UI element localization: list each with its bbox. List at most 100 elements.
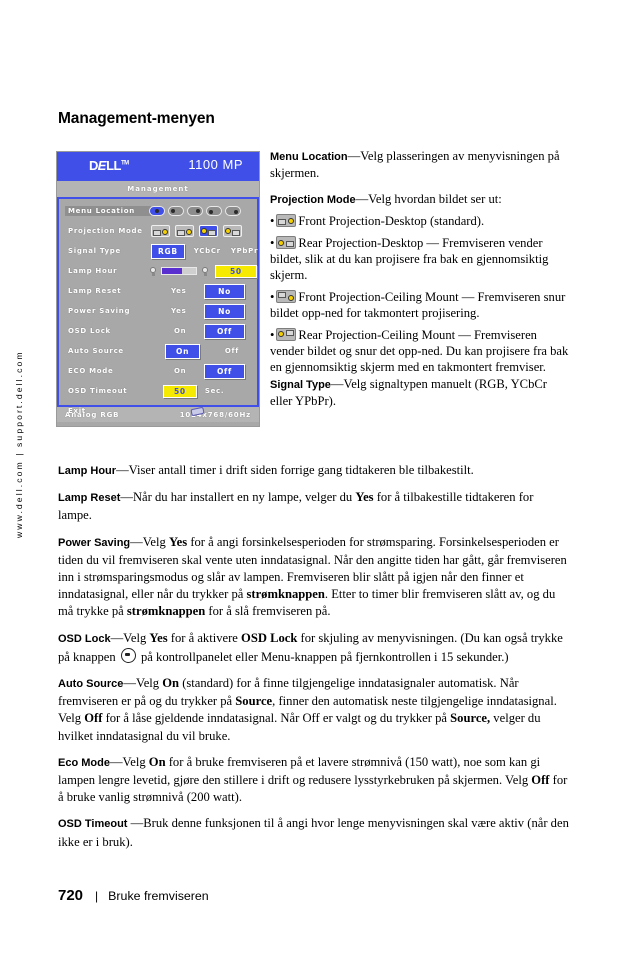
front-projection-ceiling-inline-icon: [276, 289, 297, 303]
front-projection-ceiling-icon[interactable]: [199, 225, 218, 237]
menu-location-bottom-left-icon[interactable]: [206, 206, 222, 216]
osd-row-signal-type[interactable]: Signal Type RGB YCbCr YPbPr: [59, 241, 257, 261]
osd-row-exit[interactable]: Exit: [59, 401, 257, 421]
small-bulb-icon: [149, 266, 157, 276]
auto-source-off-option[interactable]: Off: [225, 347, 239, 355]
osd-lock-on-option[interactable]: On: [174, 327, 186, 335]
page-title: Management-menyen: [58, 110, 215, 127]
bullet-front-ceiling-text: Front Projection-Ceiling Mount — Fremvis…: [270, 289, 566, 321]
rear-projection-ceiling-inline-icon: [276, 327, 297, 341]
bullet-rear-desktop: • Rear Projection-Desktop — Fremviseren v…: [270, 235, 549, 283]
emph-source-2: Source,: [450, 711, 491, 726]
osd-row-power-saving[interactable]: Power Saving Yes No: [59, 301, 257, 321]
projection-mode-icon-group[interactable]: [151, 225, 242, 237]
text-ol-a: —Velg: [110, 630, 150, 645]
bullet-rear-desktop-text: Rear Projection-Desktop — Fremviseren ve…: [270, 235, 549, 283]
auto-source-on-option[interactable]: On: [165, 343, 201, 359]
text-lamp-hour: —Viser antall timer i drift siden forrig…: [116, 463, 474, 477]
bullet-front-desktop-text: Front Projection-Desktop (standard).: [298, 214, 485, 229]
footer-separator: |: [95, 889, 99, 903]
osd-row-osd-timeout[interactable]: OSD Timeout 50 Sec.: [59, 381, 257, 401]
text-projection-mode: —Velg hvordan bildet ser ut:: [355, 191, 502, 206]
menu-location-bottom-right-icon[interactable]: [225, 206, 241, 216]
term-osd-lock: OSD Lock: [58, 632, 111, 645]
para-lamp-hour: Lamp Hour—Viser antall timer i drift sid…: [58, 462, 570, 480]
text-lamp-reset-a: —Når du har installert en ny lampe, velg…: [120, 490, 356, 505]
osd-row-osd-lock[interactable]: OSD Lock On Off: [59, 321, 257, 341]
osd-timeout-value[interactable]: 50: [163, 384, 197, 398]
slider-track[interactable]: [161, 267, 197, 275]
emph-on: On: [148, 754, 166, 769]
osd-tab-label: Management: [127, 185, 189, 193]
emph-off: Off: [531, 773, 550, 788]
para-lamp-reset: Lamp Reset—Når du har installert en ny l…: [58, 489, 570, 524]
right-text-column: Menu Location—Velg plasseringen av menyv…: [270, 148, 570, 419]
osd-row-label: OSD Timeout: [68, 387, 128, 395]
front-projection-desktop-icon[interactable]: [151, 225, 170, 237]
osd-row-label: Signal Type: [68, 247, 121, 255]
osd-tab-management[interactable]: Management: [57, 181, 259, 199]
signal-type-rgb-option[interactable]: RGB: [151, 243, 185, 259]
signal-type-ypbpr-option[interactable]: YPbPr: [231, 247, 258, 255]
menu-location-center-icon[interactable]: [149, 206, 165, 216]
exit-arrow-icon[interactable]: [191, 406, 205, 417]
lamp-reset-yes-option[interactable]: Yes: [171, 287, 186, 295]
para-osd-timeout: OSD Timeout —Bruk denne funksjonen til å…: [58, 815, 570, 850]
text-ps-g: for å slå fremviseren på.: [205, 604, 331, 619]
power-saving-no-option[interactable]: No: [204, 303, 245, 319]
menu-location-top-left-icon[interactable]: [168, 206, 184, 216]
para-osd-lock: OSD Lock—Velg Yes for å aktivere OSD Loc…: [58, 630, 570, 666]
para-signal-type: Signal Type—Velg signaltypen manuelt (RG…: [270, 376, 570, 410]
signal-type-ycbcr-option[interactable]: YCbCr: [194, 247, 221, 255]
osd-row-lamp-hour[interactable]: Lamp Hour 50: [59, 261, 257, 281]
emph-power-button-2: strømknappen: [126, 604, 206, 619]
osd-row-projection-mode[interactable]: Projection Mode: [59, 221, 257, 241]
menu-location-top-right-icon[interactable]: [187, 206, 203, 216]
para-menu-location: Menu Location—Velg plasseringen av menyv…: [270, 148, 570, 182]
osd-row-label: Exit: [68, 407, 86, 415]
bullet-front-desktop: • Front Projection-Desktop (standard).: [270, 214, 485, 229]
osd-rows: Menu Location Projection Mode Signal Typ…: [57, 199, 259, 415]
osd-row-label: Lamp Hour: [68, 267, 118, 275]
osd-menu-screenshot: DELLTM 1100 MP Management Menu Location …: [56, 151, 260, 427]
term-lamp-hour: Lamp Hour: [58, 465, 117, 477]
large-bulb-icon: [201, 266, 209, 276]
lamp-reset-no-option[interactable]: No: [204, 283, 245, 299]
eco-mode-on-option[interactable]: On: [174, 367, 186, 375]
osd-lock-off-option[interactable]: Off: [203, 323, 245, 339]
osd-row-lamp-reset[interactable]: Lamp Reset Yes No: [59, 281, 257, 301]
emph-yes: Yes: [355, 490, 374, 505]
term-osd-timeout: OSD Timeout: [58, 818, 128, 831]
term-eco-mode: Eco Mode: [58, 756, 110, 769]
front-projection-desktop-inline-icon: [276, 214, 297, 228]
osd-row-menu-location[interactable]: Menu Location: [59, 201, 257, 221]
bullet-rear-ceiling: • Rear Projection-Ceiling Mount — Fremvis…: [270, 327, 569, 375]
term-signal-type: Signal Type: [270, 378, 331, 391]
emph-yes: Yes: [168, 534, 188, 549]
emph-source: Source: [235, 694, 273, 709]
para-auto-source: Auto Source—Velg On (standard) for å fin…: [58, 675, 570, 745]
osd-row-label: Menu Location: [65, 206, 151, 216]
footer-section-title: Bruke fremviseren: [108, 889, 209, 903]
osd-row-label: Power Saving: [68, 307, 131, 315]
osd-row-label: ECO Mode: [68, 367, 114, 375]
menu-location-icon-group[interactable]: [149, 206, 241, 216]
osd-row-auto-source[interactable]: Auto Source On Off: [59, 341, 257, 361]
lamp-hour-slider[interactable]: [149, 266, 209, 276]
eco-mode-off-option[interactable]: Off: [203, 363, 245, 379]
bullet-front-ceiling: • Front Projection-Ceiling Mount — Fremvi…: [270, 289, 566, 321]
term-lamp-reset: Lamp Reset: [58, 492, 121, 505]
rear-projection-desktop-icon[interactable]: [175, 225, 194, 237]
rear-projection-ceiling-icon[interactable]: [223, 225, 242, 237]
emph-yes: Yes: [149, 630, 168, 645]
text-ps-a: —Velg: [130, 534, 169, 549]
osd-row-eco-mode[interactable]: ECO Mode On Off: [59, 361, 257, 381]
menu-button-icon: [120, 647, 136, 663]
emph-on: On: [162, 676, 180, 691]
lamp-hour-value[interactable]: 50: [215, 264, 257, 278]
osd-row-label: Lamp Reset: [68, 287, 122, 295]
side-url-watermark: www.dell.com | support.dell.com: [14, 350, 24, 538]
power-saving-yes-option[interactable]: Yes: [171, 307, 186, 315]
para-power-saving: Power Saving—Velg Yes for å angi forsink…: [58, 534, 570, 621]
main-text-column: Lamp Hour—Viser antall timer i drift sid…: [58, 462, 570, 860]
